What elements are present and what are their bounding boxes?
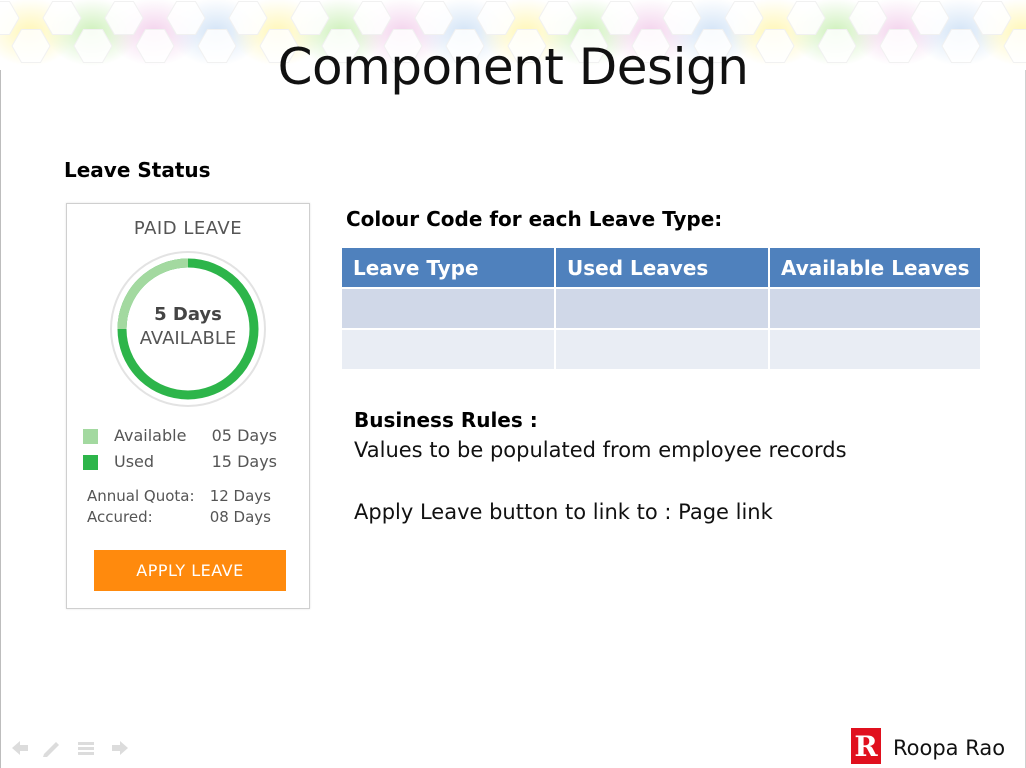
table-cell	[342, 328, 556, 369]
quota-value: 12 Days	[209, 487, 271, 505]
legend-swatch-used	[83, 455, 98, 470]
legend-value: 15 Days	[211, 452, 277, 471]
slide: Component Design Leave Status PAID LEAVE…	[0, 0, 1026, 768]
footer-author-name: Roopa Rao	[893, 736, 1006, 760]
paid-leave-card: PAID LEAVE 5 Days AVAILABLE Available 05…	[66, 203, 310, 609]
colour-code-table: Leave Type Used Leaves Available Leaves	[342, 248, 980, 369]
legend-swatch-available	[83, 429, 98, 444]
colour-code-heading: Colour Code for each Leave Type:	[346, 207, 723, 231]
legend-label: Used	[114, 452, 155, 471]
leave-ring-chart: 5 Days AVAILABLE	[107, 248, 269, 410]
column-header-available-leaves: Available Leaves	[769, 248, 980, 288]
slide-navigation-controls	[12, 741, 128, 757]
ring-available-label: AVAILABLE	[139, 328, 237, 349]
table-cell	[769, 287, 980, 329]
slide-border-left	[0, 0, 1, 768]
previous-slide-icon[interactable]	[12, 741, 28, 755]
menu-icon[interactable]	[78, 742, 94, 755]
quota-label: Accured:	[87, 508, 153, 526]
column-header-leave-type: Leave Type	[342, 248, 556, 288]
table-header-row: Leave Type Used Leaves Available Leaves	[342, 248, 980, 288]
apply-leave-button[interactable]: APPLY LEAVE	[94, 550, 286, 591]
table-row	[342, 287, 980, 329]
table-cell	[555, 287, 770, 329]
legend-used: Used 15 Days	[81, 452, 291, 474]
legend-value: 05 Days	[211, 426, 277, 445]
quota-value: 08 Days	[209, 508, 271, 526]
table-cell	[342, 287, 556, 329]
table-cell	[555, 328, 770, 369]
next-slide-icon[interactable]	[112, 741, 128, 755]
roopa-rao-logo: R	[851, 728, 881, 764]
pen-icon[interactable]	[43, 742, 59, 757]
table-row	[342, 328, 980, 369]
business-rules-heading: Business Rules :	[354, 408, 538, 432]
card-title: PAID LEAVE	[133, 218, 243, 239]
table-cell	[769, 328, 980, 369]
business-rule-line: Values to be populated from employee rec…	[354, 438, 847, 462]
quota-label: Annual Quota:	[87, 487, 195, 505]
legend-label: Available	[114, 426, 187, 445]
leave-status-heading: Leave Status	[64, 158, 211, 182]
column-header-used-leaves: Used Leaves	[555, 248, 770, 288]
logo-letter: R	[854, 730, 878, 763]
slide-title: Component Design	[277, 38, 749, 96]
ring-days-value: 5 Days	[154, 304, 222, 325]
business-rule-line: Apply Leave button to link to : Page lin…	[354, 500, 773, 524]
legend-available: Available 05 Days	[81, 426, 291, 448]
